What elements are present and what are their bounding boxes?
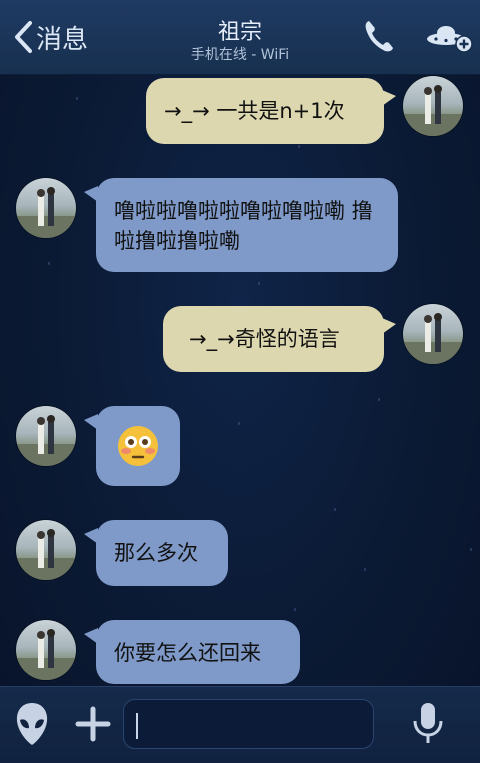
message-text: →_→ 一共是n+1次: [164, 99, 345, 123]
contact-name: 祖宗: [217, 20, 262, 45]
message-input[interactable]: [123, 699, 374, 749]
message-bubble-outgoing[interactable]: →_→奇怪的语言: [163, 306, 396, 372]
contact-avatar[interactable]: [16, 520, 76, 580]
message-bubble-incoming[interactable]: 你要怎么还回来: [84, 620, 300, 684]
online-status: 手机在线 - WiFi: [190, 47, 290, 63]
message-row: 噜啦啦噜啦啦噜啦噜啦嘞 撸啦撸啦撸啦嘞: [0, 176, 480, 276]
contact-avatar[interactable]: [16, 406, 76, 466]
phone-icon[interactable]: [362, 18, 396, 54]
chat-header: 消息 祖宗 手机在线 - WiFi: [0, 0, 480, 75]
my-avatar[interactable]: [403, 76, 463, 136]
message-row: →_→ 一共是n+1次: [0, 76, 480, 148]
contact-avatar[interactable]: [16, 620, 76, 680]
message-bubble-incoming[interactable]: 那么多次: [84, 520, 228, 586]
message-row: 你要怎么还回来: [0, 618, 480, 688]
message-bubble-incoming[interactable]: [84, 406, 180, 486]
message-text: 噜啦啦噜啦啦噜啦噜啦嘞 撸啦撸啦撸啦嘞: [114, 199, 373, 253]
message-bubble-incoming[interactable]: 噜啦啦噜啦啦噜啦噜啦嘞 撸啦撸啦撸啦嘞: [84, 178, 398, 272]
message-row: 那么多次: [0, 518, 480, 590]
flushed-face-emoji: [118, 426, 158, 466]
alien-emoji-icon[interactable]: [14, 701, 50, 747]
contact-avatar[interactable]: [16, 178, 76, 238]
composer-bar: [0, 686, 480, 763]
message-row: →_→奇怪的语言: [0, 304, 480, 376]
text-cursor: [136, 713, 138, 739]
message-row: [0, 404, 480, 488]
message-text: →_→奇怪的语言: [189, 327, 340, 351]
plus-icon[interactable]: [74, 705, 112, 743]
my-avatar[interactable]: [403, 304, 463, 364]
microphone-icon[interactable]: [408, 701, 448, 747]
message-text: 你要怎么还回来: [114, 641, 261, 665]
ufo-add-icon[interactable]: [426, 20, 474, 54]
message-bubble-outgoing[interactable]: →_→ 一共是n+1次: [146, 78, 396, 144]
message-text: 那么多次: [114, 541, 198, 565]
